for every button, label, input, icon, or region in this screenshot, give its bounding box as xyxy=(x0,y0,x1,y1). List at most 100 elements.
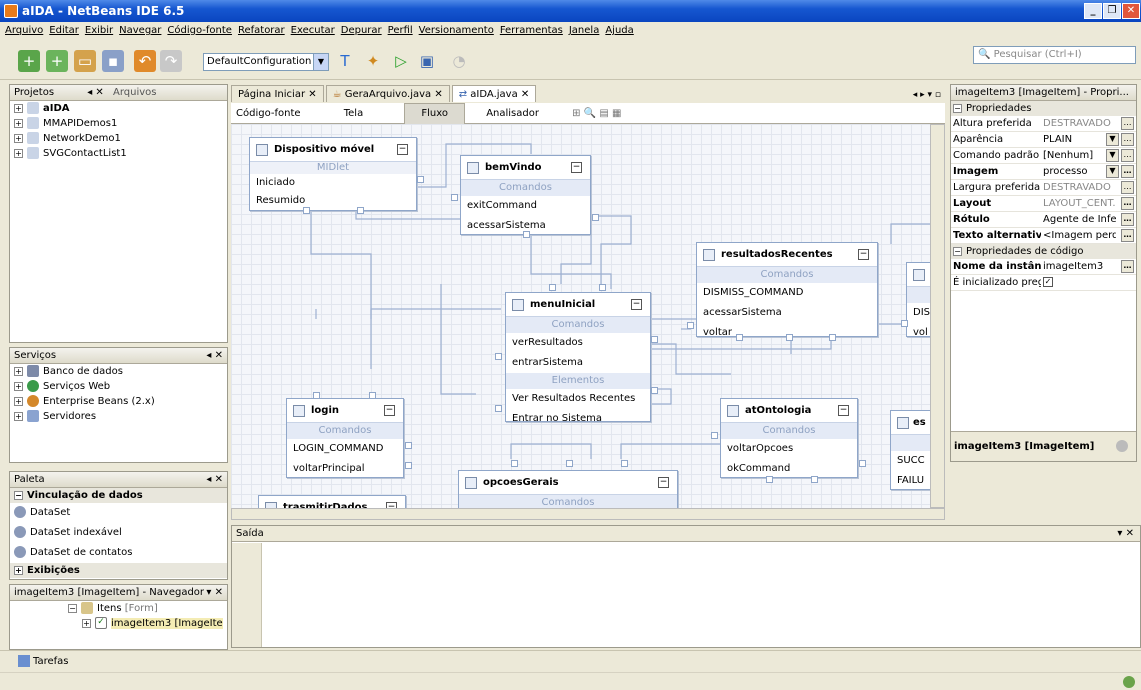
profile-icon[interactable]: ◔ xyxy=(448,50,470,72)
subtab-fluxo[interactable]: Fluxo xyxy=(404,103,465,125)
restore-button[interactable]: ❐ xyxy=(1103,3,1121,19)
node-resultados-recentes[interactable]: resultadosRecentes − Comandos DISMISS_COM… xyxy=(696,242,878,338)
collapse-icon[interactable]: − xyxy=(384,405,395,416)
undo-icon[interactable]: ↶ xyxy=(134,50,156,72)
editor-nav-buttons[interactable]: ◂ ▸ ▾ ▫ xyxy=(875,86,941,102)
node-opcoes-gerais[interactable]: opcoesGerais − Comandos xyxy=(458,470,678,508)
menu-executar[interactable]: Executar xyxy=(291,25,335,36)
horizontal-scrollbar[interactable] xyxy=(231,508,945,520)
menu-exibir[interactable]: Exibir xyxy=(85,25,113,36)
node-port[interactable] xyxy=(621,460,628,467)
minimize-button[interactable]: _ xyxy=(1084,3,1102,19)
minimize-icon[interactable]: ◂ ✕ xyxy=(206,472,223,487)
palette-item[interactable]: DataSet indexável xyxy=(10,523,227,543)
prop-row[interactable]: Layout LAYOUT_CENT...… xyxy=(951,196,1136,212)
tab-pagina-iniciar[interactable]: Página Iniciar ✕ xyxy=(231,85,324,102)
node-port[interactable] xyxy=(417,176,424,183)
node-port[interactable] xyxy=(303,207,310,214)
tab-arquivos[interactable]: Arquivos xyxy=(113,87,157,98)
flow-canvas[interactable]: Dispositivo móvel − MIDlet Iniciado Resum… xyxy=(231,124,945,508)
vertical-scrollbar[interactable] xyxy=(930,124,945,508)
close-icon[interactable]: ▾ ✕ xyxy=(1117,526,1134,541)
collapse-icon[interactable]: − xyxy=(631,299,642,310)
node-port[interactable] xyxy=(811,476,818,483)
node-bemvindo[interactable]: bemVindo − Comandos exitCommand acessarSi… xyxy=(460,155,591,235)
properties-group[interactable]: − Propriedades xyxy=(951,101,1136,116)
node-login[interactable]: login − Comandos LOGIN_COMMAND voltarPrin… xyxy=(286,398,404,478)
service-item[interactable]: + Enterprise Beans (2.x) xyxy=(10,394,227,409)
minimize-icon[interactable]: ◂ ✕ xyxy=(206,348,223,363)
subtab-analisador[interactable]: Analisador xyxy=(486,108,539,119)
menu-navegar[interactable]: Navegar xyxy=(119,25,161,36)
close-button[interactable]: ✕ xyxy=(1122,3,1140,19)
node-port[interactable] xyxy=(711,432,718,439)
node-port[interactable] xyxy=(592,214,599,221)
node-port[interactable] xyxy=(687,322,694,329)
node-port[interactable] xyxy=(405,442,412,449)
project-item-aida[interactable]: + aIDA xyxy=(10,101,227,116)
palette-category[interactable]: − Vinculação de dados xyxy=(10,488,227,503)
node-port[interactable] xyxy=(599,284,606,291)
node-trasmitir-dados[interactable]: trasmitirDados − xyxy=(258,495,406,508)
prop-row[interactable]: Nome da instânciaimageItem3… xyxy=(951,259,1136,275)
collapse-icon[interactable]: − xyxy=(571,162,582,173)
new-project-icon[interactable]: + xyxy=(46,50,68,72)
project-item[interactable]: + MMAPIDemos1 xyxy=(10,116,227,131)
prop-row[interactable]: Imagem processo ▼… xyxy=(951,164,1136,180)
menu-refatorar[interactable]: Refatorar xyxy=(238,25,285,36)
clean-build-icon[interactable]: ✦ xyxy=(362,50,384,72)
tab-projetos[interactable]: Projetos xyxy=(14,87,54,98)
menu-arquivo[interactable]: Arquivo xyxy=(5,25,43,36)
close-icon[interactable]: ▾ ✕ xyxy=(206,585,223,600)
palette-category[interactable]: + Exibições xyxy=(10,563,227,578)
run-icon[interactable]: ▷ xyxy=(390,50,412,72)
service-item[interactable]: + Serviços Web xyxy=(10,379,227,394)
node-port[interactable] xyxy=(357,207,364,214)
node-dispositivo-movel[interactable]: Dispositivo móvel − MIDlet Iniciado Resum… xyxy=(249,137,417,211)
collapse-icon[interactable]: − xyxy=(397,144,408,155)
node-port[interactable] xyxy=(766,476,773,483)
node-port[interactable] xyxy=(313,392,320,399)
node-port[interactable] xyxy=(405,462,412,469)
new-file-icon[interactable]: + xyxy=(18,50,40,72)
node-port[interactable] xyxy=(736,334,743,341)
collapse-icon[interactable]: − xyxy=(658,477,669,488)
prop-row[interactable]: Aparência PLAIN ▼… xyxy=(951,132,1136,148)
navigator-items-node[interactable]: − Itens [Form] xyxy=(10,601,227,616)
collapse-icon[interactable]: − xyxy=(838,405,849,416)
node-port[interactable] xyxy=(786,334,793,341)
menu-versionamento[interactable]: Versionamento xyxy=(419,25,494,36)
node-port[interactable] xyxy=(549,284,556,291)
prop-row[interactable]: Texto alternativo<Imagem perdi...… xyxy=(951,228,1136,244)
node-port[interactable] xyxy=(651,387,658,394)
properties-group[interactable]: − Propriedades de código xyxy=(951,244,1136,259)
node-port[interactable] xyxy=(829,334,836,341)
tasks-icon[interactable] xyxy=(18,655,30,667)
help-icon[interactable] xyxy=(1116,440,1128,452)
node-port[interactable] xyxy=(495,353,502,360)
service-item[interactable]: + Servidores xyxy=(10,409,227,424)
save-all-icon[interactable]: ▪ xyxy=(102,50,124,72)
prop-row[interactable]: É inicializado preguiço✓ xyxy=(951,275,1136,291)
node-port[interactable] xyxy=(566,460,573,467)
node-port[interactable] xyxy=(859,460,866,467)
debug-icon[interactable]: ▣ xyxy=(416,50,438,72)
subtab-codigo-fonte[interactable]: Código-fonte xyxy=(236,108,301,119)
redo-icon[interactable]: ↷ xyxy=(160,50,182,72)
prop-row[interactable]: Comando padrão [Nenhum] ▼… xyxy=(951,148,1136,164)
prop-row[interactable]: Largura preferida DESTRAVADO… xyxy=(951,180,1136,196)
menu-janela[interactable]: Janela xyxy=(569,25,599,36)
prop-row[interactable]: Altura preferida DESTRAVADO… xyxy=(951,116,1136,132)
node-port[interactable] xyxy=(495,405,502,412)
menu-ferramentas[interactable]: Ferramentas xyxy=(500,25,563,36)
service-item[interactable]: + Banco de dados xyxy=(10,364,227,379)
collapse-icon[interactable]: − xyxy=(858,249,869,260)
subtab-tela[interactable]: Tela xyxy=(344,108,363,119)
project-item[interactable]: + NetworkDemo1 xyxy=(10,131,227,146)
menu-perfil[interactable]: Perfil xyxy=(388,25,413,36)
node-at-ontologia[interactable]: atOntologia − Comandos voltarOpcoes okCom… xyxy=(720,398,858,478)
tab-gera-arquivo[interactable]: ☕ GeraArquivo.java ✕ xyxy=(325,85,450,102)
menu-depurar[interactable]: Depurar xyxy=(341,25,382,36)
config-select[interactable]: DefaultConfiguration ▼ xyxy=(203,53,329,71)
node-port[interactable] xyxy=(651,336,658,343)
